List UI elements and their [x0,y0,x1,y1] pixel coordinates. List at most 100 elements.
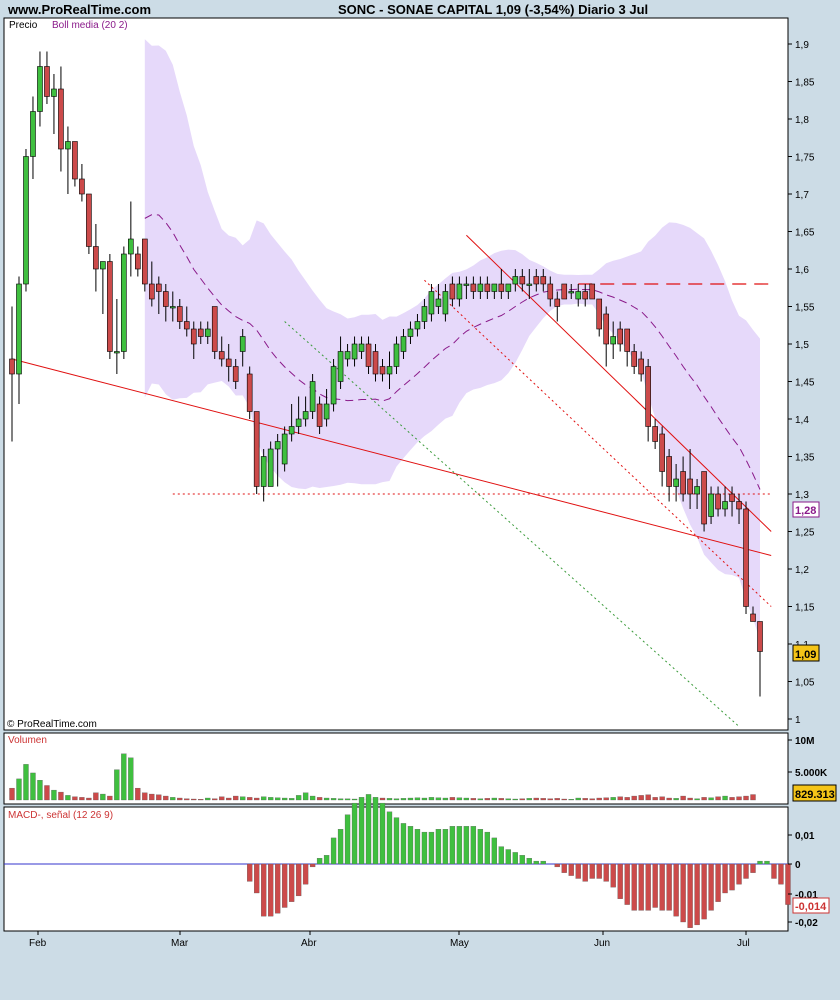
volume-bar [407,797,414,801]
x-tick-label: Abr [301,938,317,949]
macd-bar [680,863,686,923]
candle-body [156,283,162,292]
volume-bar [72,796,78,801]
macd-bar [750,863,756,873]
volume-bar [107,795,113,801]
price-tick-label: 1,2 [795,565,809,576]
macd-bar [477,829,484,865]
price-tick-label: 1,7 [795,190,809,201]
volume-tick-label: 10M [795,736,814,747]
volume-bar [191,798,197,801]
candle-body [260,456,267,487]
volume-bar [505,798,511,801]
macd-bar [603,863,609,882]
macd-bar [722,863,728,894]
candle-body [414,321,421,330]
x-tick-label: Jul [737,938,750,949]
boll-label: Boll media (20 2) [52,20,128,31]
candle-body [211,306,218,352]
candle-body [253,411,260,487]
candle-body [694,486,700,495]
macd-tick-label: 0 [795,860,801,871]
candle-body [51,88,57,97]
candle-body [309,381,316,412]
macd-bar [316,858,323,865]
candle-body [757,621,763,652]
candle-body [463,283,470,286]
macd-bar [337,829,344,865]
macd-bar [498,846,504,865]
macd-bar [589,863,595,879]
price-tick-label: 1,45 [795,378,815,389]
price-tick-label: 1,75 [795,153,815,164]
candle-body [330,366,337,405]
candle-body [421,306,428,322]
volume-bar [694,798,700,801]
volume-bar [526,798,532,801]
macd-bar [309,863,316,868]
candle-body [547,283,554,300]
macd-bar [512,852,518,865]
price-tick-label: 1,3 [795,490,809,501]
macd-bar [372,797,379,865]
macd-bar [428,831,435,865]
volume-bar [715,796,721,801]
macd-bar [421,831,428,865]
macd-bar [491,837,498,865]
candle-body [274,441,281,450]
volume-badge-value: 829.313 [795,789,835,801]
volume-bar [226,797,232,801]
macd-bar [379,802,386,865]
volume-bar [575,797,581,801]
macd-bar [596,863,602,879]
volume-bar [638,795,644,801]
chart: 1,9 1,85 1,8 1,75 1,7 1,65 1,6 1,55 1,5 1,45 1,4 1,… [3,17,837,949]
candle-body [526,283,533,286]
volume-bar [100,793,106,801]
candle-body [204,328,211,337]
volume-bar [680,795,686,801]
candle-body [596,298,603,330]
candle-body [128,238,134,255]
candle-body [23,156,29,285]
candle-body [267,448,274,487]
candle-body [218,351,225,360]
volume-bar [708,797,714,801]
candle-body [142,238,148,285]
candle-body [79,178,85,195]
macd-bar [540,860,546,865]
volume-bar [568,799,574,801]
volume-bar [261,796,267,801]
candle-body [100,261,106,270]
price-tick-label: 1,35 [795,453,815,464]
volume-bar [547,798,553,801]
volume-bar [617,796,623,801]
macd-bar [554,863,560,868]
candle-body [680,471,686,495]
volume-bar [51,789,57,801]
candle-body [30,111,36,157]
volume-bar [240,796,246,801]
volume-bar [603,797,609,801]
price-tick-label: 1,6 [795,265,809,276]
volume-bar [30,772,36,801]
macd-bar [400,823,407,865]
volume-bar [128,757,134,801]
volume-bar [477,798,484,801]
price-tick-label: 1,9 [795,40,809,51]
volume-bar [722,795,728,801]
candle-body [498,283,505,292]
copyright: © ProRealTime.com [7,719,97,730]
macd-bar [463,826,470,865]
candle-body [666,456,672,487]
candle-body [645,366,651,427]
macd-bar [505,849,511,865]
candle-body [9,358,15,375]
candle-body [743,508,749,607]
macd-bar [344,814,351,865]
volume-bar [337,798,344,801]
candle-body [442,291,449,315]
macd-bar [701,863,707,920]
price-label: Precio [9,20,38,31]
price-tick-label: 1,15 [795,603,815,614]
